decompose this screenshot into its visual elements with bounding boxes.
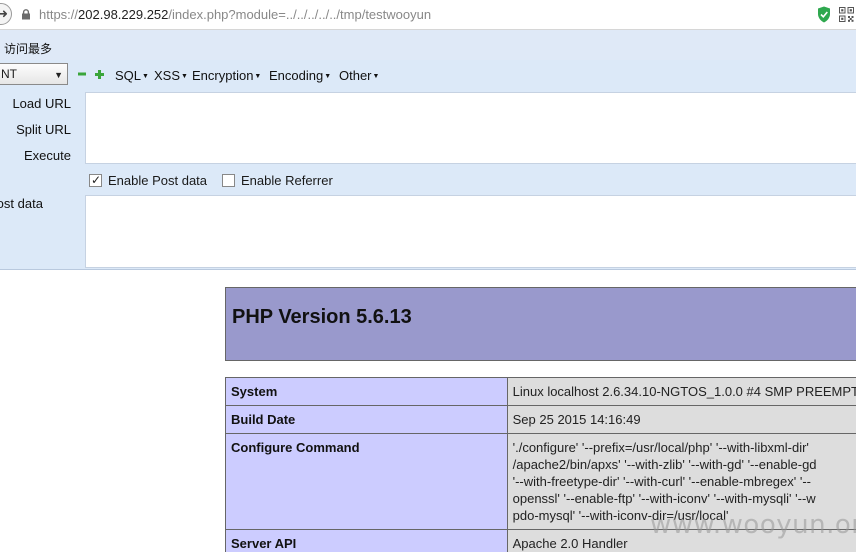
watermark: www.wooyun.org	[650, 510, 856, 540]
caret-down-icon: ▼	[181, 73, 188, 80]
hackbar-panel: NT ▼ SQL▼ XSS▼ Encryption▼ Encoding▼ Oth…	[0, 60, 856, 270]
execute-button[interactable]: Execute	[0, 148, 84, 163]
table-row: System Linux localhost 2.6.34.10-NGTOS_1.…	[225, 377, 856, 406]
load-url-button[interactable]: Load URL	[0, 96, 84, 111]
row-value-line: /apache2/bin/apxs' '--with-zlib' '--with…	[512, 457, 817, 472]
row-key: Configure Command	[225, 433, 508, 530]
row-value-line: openssl' '--enable-ftp' '--with-iconv' '…	[512, 491, 816, 506]
enable-post-data-checkbox[interactable]: ✓	[89, 173, 102, 187]
encoding-menu[interactable]: Encoding▼	[269, 68, 331, 83]
bookmarks-toolbar: 访问最多	[0, 30, 856, 60]
caret-down-icon: ▼	[372, 73, 380, 80]
enable-referrer-label: Enable Referrer	[241, 173, 333, 188]
checkmark-icon: ✓	[91, 173, 102, 187]
chevron-down-icon: ▼	[54, 70, 63, 80]
minus-icon[interactable]	[78, 70, 86, 78]
xss-menu-label: XSS	[154, 68, 181, 83]
row-key: Build Date	[225, 405, 508, 434]
url-scheme: https://	[39, 7, 79, 22]
qr-code-icon[interactable]	[839, 7, 854, 22]
other-menu[interactable]: Other▼	[339, 68, 379, 83]
sql-menu-label: SQL	[115, 68, 142, 83]
row-value-line: Linux localhost 2.6.34.10-NGTOS_1.0.0 #4…	[512, 384, 856, 399]
bookmark-most-visited[interactable]: 访问最多	[4, 40, 52, 57]
back-arrow-icon: ➜	[0, 6, 8, 21]
method-select[interactable]: NT ▼	[0, 63, 68, 85]
row-value: Sep 25 2015 14:16:49	[506, 405, 856, 434]
url-path: /index.php?module=../../../../../tmp/tes…	[168, 7, 432, 22]
row-key: Server API	[225, 529, 508, 552]
post-data-label: Post data	[0, 196, 43, 211]
hackbar-toolbar: NT ▼ SQL▼ XSS▼ Encryption▼ Encoding▼ Oth…	[0, 60, 856, 92]
url-field[interactable]: https://202.98.229.252/index.php?module=…	[39, 7, 431, 22]
encoding-menu-label: Encoding	[269, 68, 324, 83]
php-version-header: PHP Version 5.6.13	[225, 287, 856, 361]
other-menu-label: Other	[339, 68, 372, 83]
row-key: System	[225, 377, 508, 406]
page-title: PHP Version 5.6.13	[232, 306, 412, 328]
back-button[interactable]: ➜	[0, 3, 12, 25]
url-textarea[interactable]	[85, 92, 856, 164]
address-bar: ➜ https://202.98.229.252/index.php?modul…	[0, 0, 856, 30]
row-value-line: './configure' '--prefix=/usr/local/php' …	[512, 440, 809, 455]
encryption-menu-label: Encryption	[192, 68, 254, 83]
table-row: Build Date Sep 25 2015 14:16:49	[225, 405, 856, 434]
encryption-menu[interactable]: Encryption▼	[192, 68, 261, 83]
caret-down-icon: ▼	[142, 73, 149, 80]
xss-menu[interactable]: XSS▼	[154, 68, 188, 83]
sql-menu[interactable]: SQL▼	[115, 68, 149, 83]
split-url-button[interactable]: Split URL	[0, 122, 84, 137]
shield-icon[interactable]	[817, 6, 831, 23]
row-value: Linux localhost 2.6.34.10-NGTOS_1.0.0 #4…	[506, 377, 856, 406]
enable-post-data-label: Enable Post data	[108, 173, 208, 188]
enable-referrer-checkbox[interactable]	[222, 174, 235, 187]
row-value-line: '--with-freetype-dir' '--with-curl' '--e…	[512, 474, 812, 489]
caret-down-icon: ▼	[254, 73, 262, 80]
lock-icon	[22, 9, 30, 20]
caret-down-icon: ▼	[324, 73, 332, 80]
post-data-textarea[interactable]	[85, 195, 856, 268]
method-select-value: NT	[1, 67, 17, 81]
row-value-line: Sep 25 2015 14:16:49	[512, 412, 641, 427]
url-host: 202.98.229.252	[78, 7, 169, 22]
plus-icon[interactable]	[95, 70, 104, 79]
